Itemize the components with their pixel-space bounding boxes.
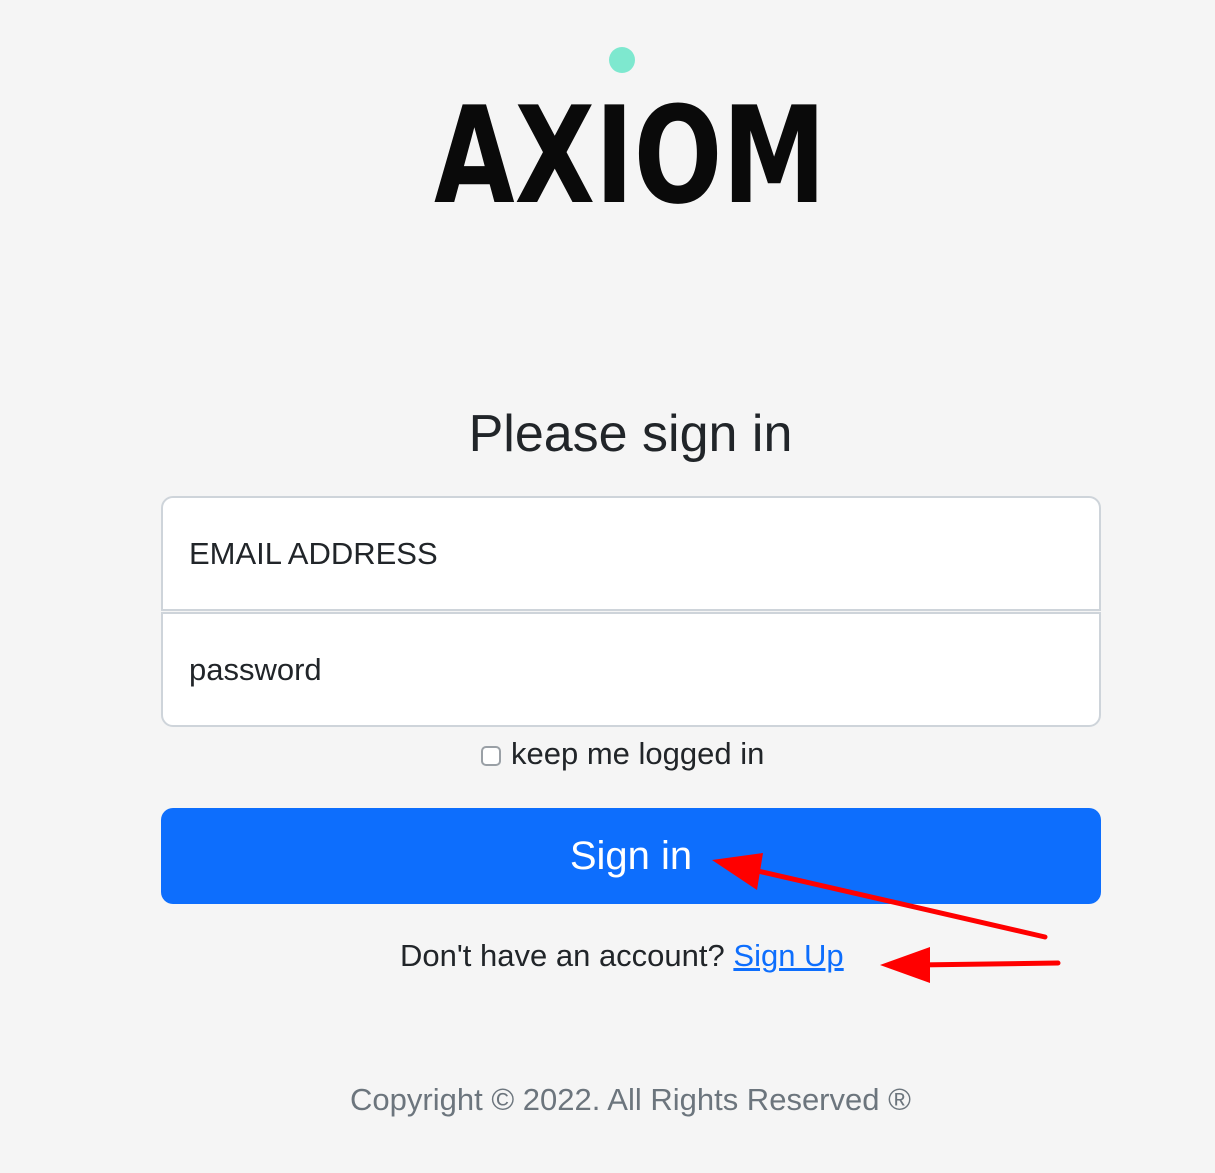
signup-prompt-text: Don't have an account? bbox=[400, 938, 725, 973]
axiom-logo: AXIOM bbox=[428, 40, 832, 210]
logo-dot bbox=[609, 47, 635, 73]
arrow-to-sign-up-icon bbox=[880, 947, 1061, 983]
remember-me-label: keep me logged in bbox=[511, 736, 765, 771]
axiom-logo-graphic: AXIOM bbox=[434, 47, 826, 210]
password-field[interactable] bbox=[161, 612, 1101, 727]
logo-wordmark: AXIOM bbox=[434, 78, 826, 210]
sign-up-link[interactable]: Sign Up bbox=[733, 938, 843, 973]
remember-me-checkbox[interactable] bbox=[481, 746, 501, 766]
email-field[interactable] bbox=[161, 496, 1101, 611]
remember-me[interactable]: keep me logged in bbox=[481, 732, 764, 776]
page-title: Please sign in bbox=[468, 405, 793, 463]
signup-prompt: Don't have an account? Sign Up bbox=[400, 938, 844, 984]
copyright-notice: Copyright © 2022. All Rights Reserved ® bbox=[350, 1082, 911, 1117]
sign-in-button[interactable]: Sign in bbox=[161, 808, 1101, 904]
